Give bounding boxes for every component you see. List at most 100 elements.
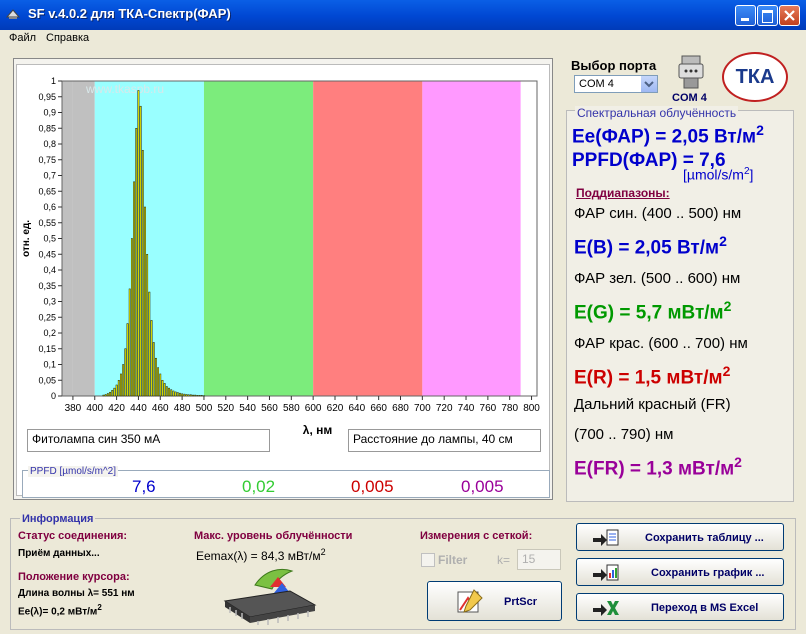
connection-status-label: Статус соединения:	[18, 530, 128, 542]
ppfd-farred-value: 0,005	[461, 477, 504, 496]
data-bar	[183, 393, 186, 397]
save-chart-button[interactable]: Сохранить график ...	[576, 558, 784, 586]
save-chart-label: Сохранить график ...	[651, 567, 765, 579]
x-tick-label: 400	[86, 403, 103, 414]
y-tick-label: 0,75	[38, 155, 56, 165]
save-chart-icon	[593, 564, 619, 581]
excel-icon	[593, 601, 619, 616]
x-tick-label: 740	[458, 403, 475, 414]
info-heading: Информация	[20, 513, 96, 525]
max-irradiance-value: Eemax(λ) = 84,3 мВт/м2	[196, 547, 326, 563]
sub-ranges-heading: Поддиапазоны:	[576, 186, 670, 200]
grid-measure-label: Измерения с сеткой:	[420, 530, 533, 542]
x-tick-label: 460	[152, 403, 169, 414]
save-table-icon	[593, 529, 619, 546]
window-title: SF v.4.0.2 для ТКА-Спектр(ФАР)	[28, 6, 231, 21]
data-bar	[161, 380, 164, 397]
com-port-icon	[678, 55, 704, 89]
spectral-band	[313, 81, 423, 396]
data-bar	[135, 128, 138, 397]
efr-value: E(FR) = 1,3 мВт/м2	[574, 454, 742, 480]
data-bar	[192, 394, 194, 397]
y-axis-label: отн. ед.	[21, 220, 32, 257]
cursor-position-label: Положение курсора:	[18, 571, 130, 583]
blue-range-label: ФАР син. (400 .. 500) нм	[574, 205, 742, 222]
y-tick-label: 0,55	[38, 218, 56, 228]
excel-button[interactable]: Переход в MS Excel	[576, 593, 784, 621]
data-bar	[124, 348, 127, 397]
data-bar	[150, 320, 153, 397]
ppfd-red-value: 0,005	[351, 477, 394, 496]
fr-range-label: (700 .. 790) нм	[574, 426, 674, 443]
prtscr-button[interactable]: PrtScr	[427, 581, 562, 621]
ppfd-label: PPFD [µmol/s/m^2]	[28, 466, 119, 477]
port-select[interactable]: COM 4	[574, 75, 658, 93]
k-input[interactable]: 15	[517, 549, 561, 570]
port-label: Выбор порта	[571, 58, 657, 73]
connection-status-value: Приём данных...	[18, 548, 100, 559]
lamp-name-field[interactable]: Фитолампа син 350 мА	[27, 429, 270, 452]
app-icon	[6, 9, 20, 19]
device-port-label: COM 4	[672, 92, 707, 104]
x-tick-label: 720	[436, 403, 453, 414]
paint-icon	[457, 589, 483, 613]
data-bar	[141, 150, 144, 397]
close-icon	[784, 10, 795, 21]
data-bar	[111, 390, 114, 397]
maximize-button[interactable]	[757, 5, 778, 26]
data-bar	[144, 206, 146, 397]
data-bar	[181, 393, 184, 397]
data-bar	[196, 395, 199, 397]
data-bar	[126, 323, 129, 397]
minimize-button[interactable]	[735, 5, 756, 26]
filter-checkbox[interactable]	[421, 553, 435, 567]
minimize-icon	[741, 18, 749, 21]
red-range-label: ФАР крас. (600 .. 700) нм	[574, 335, 748, 352]
y-tick-label: 0,9	[43, 108, 56, 118]
data-bar	[109, 391, 111, 397]
x-tick-label: 440	[130, 403, 147, 414]
cursor-irradiance: Ee(λ)= 0,2 мВт/м2	[18, 603, 102, 618]
data-bar	[174, 391, 177, 397]
menu-file[interactable]: Файл	[9, 32, 36, 44]
data-bar	[137, 90, 140, 397]
save-table-button[interactable]: Сохранить таблицу ...	[576, 523, 784, 551]
ppfd-unit: [µmol/s/m2]	[683, 166, 754, 183]
data-bar	[120, 373, 122, 397]
max-irradiance-label: Макс. уровень облучённости	[194, 530, 353, 542]
y-tick-label: 0,25	[38, 312, 56, 322]
save-table-label: Сохранить таблицу ...	[645, 532, 764, 544]
x-tick-label: 420	[108, 403, 125, 414]
x-tick-label: 800	[523, 403, 540, 414]
spectral-heading: Спектральная облучённость	[575, 106, 739, 120]
ee-far-value: Ee(ФАР) = 2,05 Вт/м2	[572, 122, 764, 148]
y-tick-label: 0,35	[38, 281, 56, 291]
watermark: www.tkaspb.ru	[85, 82, 164, 96]
menu-bar: Файл Справка	[0, 30, 806, 48]
cursor-wavelength: Длина волны λ= 551 нм	[18, 588, 135, 599]
ppfd-blue-value: 7,6	[132, 477, 156, 496]
fr-title-label: Дальний красный (FR)	[574, 396, 731, 413]
y-tick-label: 0,5	[43, 234, 56, 244]
y-tick-label: 0,15	[38, 344, 56, 354]
y-tick-label: 0,95	[38, 92, 56, 102]
data-bar	[189, 394, 192, 397]
spectral-band	[422, 81, 521, 396]
x-tick-label: 640	[348, 403, 365, 414]
spectral-band	[62, 81, 73, 396]
x-tick-label: 580	[283, 403, 300, 414]
data-bar	[115, 384, 118, 397]
green-range-label: ФАР зел. (500 .. 600) нм	[574, 270, 741, 287]
y-tick-label: 0,6	[43, 202, 56, 212]
close-button[interactable]	[779, 5, 800, 26]
y-tick-label: 0,85	[38, 123, 56, 133]
data-bar	[165, 386, 168, 397]
x-axis-label: λ, нм	[303, 423, 333, 437]
y-tick-label: 1	[51, 76, 56, 86]
menu-help[interactable]: Справка	[46, 32, 89, 44]
prtscr-label: PrtScr	[504, 596, 538, 608]
y-tick-label: 0,4	[43, 265, 56, 275]
chevron-down-icon[interactable]	[641, 76, 657, 92]
lamp-distance-field[interactable]: Расстояние до лампы, 40 см	[348, 429, 541, 452]
k-label: k=	[497, 553, 511, 567]
